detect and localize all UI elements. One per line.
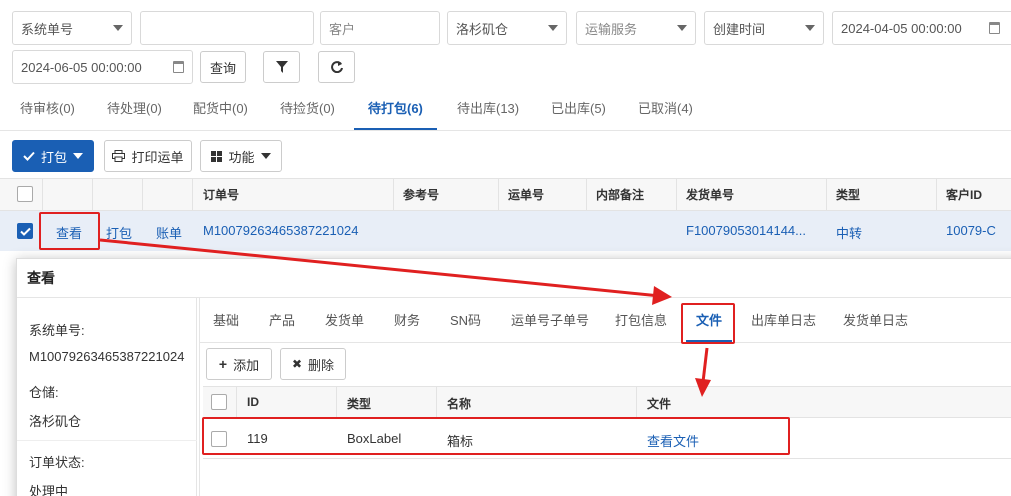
arrowhead-icon xyxy=(652,286,672,305)
arrowhead-icon xyxy=(695,378,711,397)
arrow-files-to-row xyxy=(701,347,709,383)
arrow-view-to-files xyxy=(99,238,661,298)
annotation-arrows xyxy=(99,238,711,397)
